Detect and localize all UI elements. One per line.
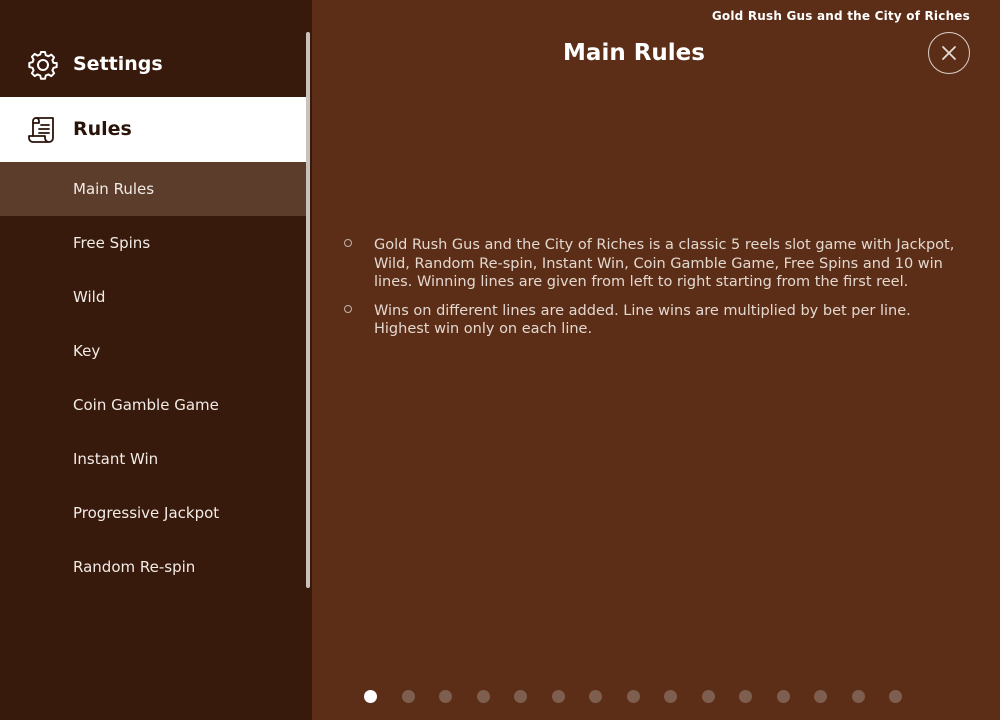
page-dot[interactable] [701,690,715,703]
close-icon [942,46,956,60]
rules-content: Gold Rush Gus and the City of Riches Mai… [312,0,1000,720]
submenu-item-label: Main Rules [73,180,155,198]
game-title: Gold Rush Gus and the City of Riches [711,9,970,23]
submenu-item-label: Wild [73,288,106,306]
bullet-icon [344,304,352,313]
page-dot[interactable] [364,690,377,703]
rules-screen: Settings Rules Main Rules Free Spins Wil… [0,0,1000,720]
rule-text: Wins on different lines are added. Line … [374,302,911,338]
submenu-item-instant-win[interactable]: Instant Win [0,432,306,486]
page-dot[interactable] [401,690,415,703]
rule-text: Gold Rush Gus and the City of Riches is … [374,237,955,290]
page-dot[interactable] [589,690,602,703]
close-button[interactable] [928,32,970,74]
submenu-item-main-rules[interactable]: Main Rules [0,162,306,216]
page-indicator [364,690,927,704]
page-dot[interactable] [851,690,865,703]
list-item: Gold Rush Gus and the City of Riches is … [344,236,964,292]
page-dot[interactable] [551,690,565,703]
page-dot[interactable] [514,690,527,703]
submenu-item-label: Coin Gamble Game [73,396,219,414]
page-title: Main Rules [563,40,705,66]
sidebar-item-label: Rules [73,118,132,140]
submenu-item-label: Key [73,342,101,360]
page-dot[interactable] [439,690,452,703]
sidebar-scrollbar[interactable] [306,32,310,588]
sidebar-item-label: Settings [73,53,163,75]
submenu-item-wild[interactable]: Wild [0,270,306,324]
submenu-item-coin-gamble-game[interactable]: Coin Gamble Game [0,378,306,432]
page-dot[interactable] [664,690,677,703]
submenu-item-label: Random Re-spin [73,558,196,576]
page-dot[interactable] [739,690,752,703]
sidebar-item-settings[interactable]: Settings [0,32,306,97]
sidebar: Settings Rules Main Rules Free Spins Wil… [0,0,312,720]
submenu-item-label: Progressive Jackpot [73,504,220,522]
rules-list: Gold Rush Gus and the City of Riches is … [344,236,964,349]
gear-icon [28,51,58,80]
page-dot[interactable] [626,690,640,703]
submenu-item-progressive-jackpot[interactable]: Progressive Jackpot [0,486,306,540]
sidebar-item-rules[interactable]: Rules [0,97,306,162]
sidebar-scrollbar-thumb[interactable] [306,32,310,588]
submenu-item-key[interactable]: Key [0,324,306,378]
scroll-icon [28,117,54,143]
list-item: Wins on different lines are added. Line … [344,302,964,339]
submenu-item-label: Instant Win [73,450,159,468]
page-dot[interactable] [889,690,902,703]
page-dot[interactable] [776,690,790,703]
submenu-item-random-re-spin[interactable]: Random Re-spin [0,540,306,594]
bullet-icon [344,239,352,247]
submenu-item-free-spins[interactable]: Free Spins [0,216,306,270]
rules-submenu: Main Rules Free Spins Wild Key Coin Gamb… [0,162,306,594]
page-dot[interactable] [814,690,827,703]
submenu-item-label: Free Spins [73,234,151,252]
page-dot[interactable] [476,690,490,703]
